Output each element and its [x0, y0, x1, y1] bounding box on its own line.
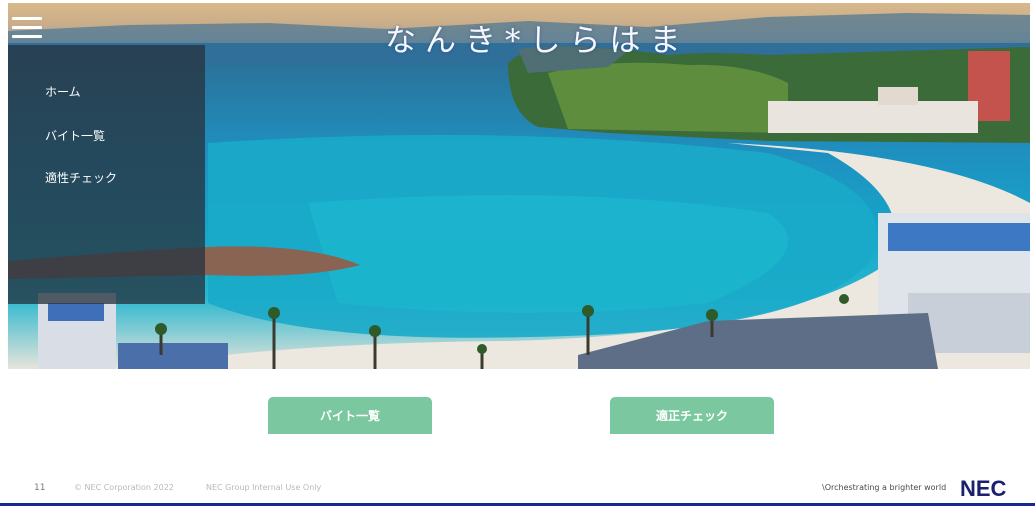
classification-text: NEC Group Internal Use Only: [206, 483, 322, 492]
site-title: なんき*しらはま: [385, 23, 690, 59]
aptitude-check-button[interactable]: 適正チェック: [610, 397, 774, 434]
hamburger-bar: [12, 17, 42, 20]
nec-logo: NEC: [960, 476, 1007, 501]
side-menu-item-job-list[interactable]: バイト一覧: [45, 127, 105, 144]
side-menu-item-aptitude-check[interactable]: 適性チェック: [45, 169, 117, 186]
slide-footer: 11 © NEC Corporation 2022 NEC Group Inte…: [0, 470, 1035, 506]
hamburger-bar: [12, 35, 42, 38]
hamburger-bar: [12, 26, 42, 29]
brand-tagline: \Orchestrating a brighter world: [822, 483, 947, 492]
side-menu-item-home[interactable]: ホーム: [45, 83, 81, 100]
side-menu: ホーム バイト一覧 適性チェック: [8, 45, 205, 304]
menu-hamburger-icon[interactable]: [12, 17, 42, 41]
copyright-text: © NEC Corporation 2022: [74, 483, 174, 492]
page-number: 11: [34, 483, 46, 493]
job-list-button[interactable]: バイト一覧: [268, 397, 432, 434]
